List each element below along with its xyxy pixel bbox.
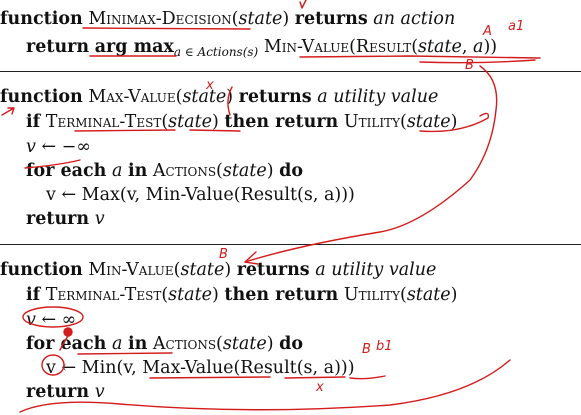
return-type: an action: [373, 9, 456, 29]
param: state: [168, 285, 213, 305]
var-v: v: [94, 382, 105, 402]
v-init-line: v ← −∞: [26, 137, 91, 157]
return-type: a utility value: [317, 87, 439, 107]
ink-label-B-arrow: B: [219, 247, 228, 262]
param: state: [238, 9, 283, 29]
ink-underline: [349, 375, 386, 380]
close-parens: )): [483, 37, 498, 57]
max-value-signature: function Max-Value(state) returns a util…: [0, 87, 439, 107]
keyword-if: if: [26, 112, 41, 132]
return-v-line: return v: [26, 208, 105, 230]
minimax-decision-signature: function Minimax-Decision(state) returns…: [0, 9, 456, 29]
param: state: [406, 112, 451, 132]
arg-separator: ,: [461, 37, 474, 57]
keyword-then-return: then return: [224, 112, 339, 132]
v-update-line: v ← Min(v, Max-Value(Result(s, a))): [46, 358, 355, 378]
for-each-line: for each a in Actions(state) do: [26, 334, 304, 354]
argmax: arg max: [94, 37, 174, 57]
keyword-function: function: [0, 260, 83, 280]
keyword-if: if: [26, 285, 41, 305]
loop-var: a: [111, 334, 123, 354]
param: state: [182, 87, 227, 107]
keyword-in: in: [127, 334, 148, 354]
param: state: [222, 161, 267, 181]
param: state: [222, 334, 267, 354]
terminal-test: Terminal-Test: [45, 112, 162, 132]
min-value-signature: function Min-Value(state) returns a util…: [0, 260, 437, 280]
min-value-call: Min-Value(Result(: [263, 37, 419, 57]
divider: [0, 244, 581, 245]
ink-label-B2: B: [362, 342, 371, 357]
keyword-for-each: for each: [26, 334, 107, 354]
ink-x-mark: x: [206, 78, 214, 93]
ink-label-A: A: [483, 24, 492, 39]
v-update-line: v ← Max(v, Min-Value(Result(s, a))): [46, 185, 355, 205]
keyword-returns: returns: [238, 87, 312, 107]
param: state: [180, 260, 225, 280]
loop-var: a: [111, 161, 123, 181]
actions: Actions: [152, 161, 217, 181]
function-name: Min-Value: [88, 260, 174, 280]
return-v-line: return v: [26, 381, 105, 403]
function-name: Max-Value: [88, 87, 176, 107]
keyword-do: do: [279, 161, 304, 181]
terminal-test-line: if Terminal-Test(state) then return Util…: [26, 285, 458, 305]
var-v: v: [94, 209, 105, 229]
ink-arrow: [1, 107, 15, 116]
keyword-function: function: [0, 87, 83, 107]
terminal-test: Terminal-Test: [45, 285, 162, 305]
keyword-do: do: [279, 334, 304, 354]
v-init-line: v ← ∞: [26, 310, 77, 330]
utility: Utility: [343, 112, 400, 132]
return-type: a utility value: [315, 260, 437, 280]
minimax-return-line: return arg maxa ∈ Actions(s) Min-Value(R…: [26, 36, 497, 63]
keyword-returns: returns: [294, 9, 368, 29]
for-each-line: for each a in Actions(state) do: [26, 161, 304, 181]
ink-label-B: B: [465, 58, 474, 73]
keyword-returns: returns: [236, 260, 310, 280]
param: state: [168, 112, 213, 132]
keyword-in: in: [127, 161, 148, 181]
keyword-return: return: [26, 209, 90, 229]
argmax-subscript: a ∈ Actions(s): [173, 45, 259, 59]
actions: Actions: [152, 334, 217, 354]
terminal-test-line: if Terminal-Test(state) then return Util…: [26, 112, 458, 132]
keyword-function: function: [0, 9, 83, 29]
divider: [0, 71, 581, 72]
arg-state: state: [418, 37, 462, 57]
ink-label-b1: b1: [376, 339, 393, 354]
keyword-return: return: [26, 382, 90, 402]
keyword-for-each: for each: [26, 161, 107, 181]
utility: Utility: [343, 285, 400, 305]
keyword-return: return: [26, 37, 90, 57]
ink-tick: [299, 0, 307, 9]
arg-a: a: [473, 37, 484, 57]
ink-x-mark: x: [316, 380, 324, 395]
function-name: Minimax-Decision: [88, 9, 232, 29]
keyword-then-return: then return: [224, 285, 339, 305]
param: state: [406, 285, 451, 305]
ink-label-a1: a1: [508, 19, 525, 34]
